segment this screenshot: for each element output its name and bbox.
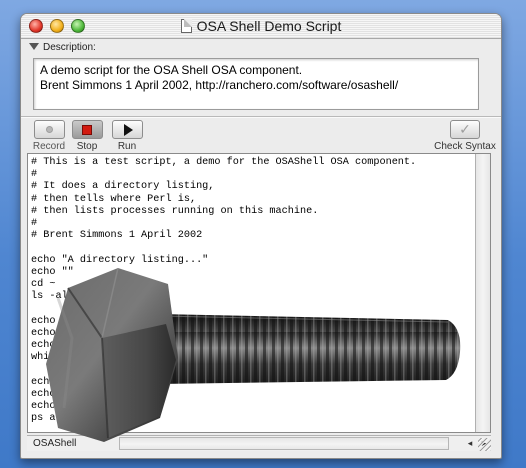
record-button-face[interactable]: [33, 120, 65, 139]
run-button[interactable]: Run: [110, 120, 144, 152]
stop-button[interactable]: Stop: [70, 120, 104, 152]
toolbar-divider: [21, 116, 501, 118]
stop-label: Stop: [76, 141, 98, 152]
description-label: Description:: [43, 42, 96, 53]
document-icon[interactable]: [180, 19, 192, 33]
bolt-image: [46, 268, 461, 442]
window-title-area: OSA Shell Demo Script: [21, 18, 501, 34]
window-title: OSA Shell Demo Script: [196, 18, 342, 34]
check-syntax-label: Check Syntax: [434, 141, 496, 152]
record-icon: [45, 126, 53, 133]
resize-grip[interactable]: [478, 438, 491, 451]
check-syntax-button-face[interactable]: ✓: [450, 120, 480, 139]
title-bar[interactable]: OSA Shell Demo Script: [21, 14, 501, 39]
vertical-scrollbar[interactable]: [475, 154, 490, 432]
record-label: Record: [32, 141, 66, 152]
record-button[interactable]: Record: [31, 120, 67, 152]
description-line-2: Brent Simmons 1 April 2002, http://ranch…: [40, 78, 399, 92]
check-syntax-button[interactable]: ✓ Check Syntax: [430, 120, 500, 152]
description-line-1: A demo script for the OSA Shell OSA comp…: [40, 63, 303, 77]
run-label: Run: [117, 141, 137, 152]
description-header[interactable]: Description:: [29, 42, 96, 53]
description-field[interactable]: A demo script for the OSA Shell OSA comp…: [33, 58, 479, 110]
disclosure-triangle-icon[interactable]: [29, 43, 39, 50]
stop-icon: [82, 124, 92, 135]
play-icon: [123, 123, 133, 136]
run-button-face[interactable]: [111, 120, 143, 139]
stop-button-face[interactable]: [71, 120, 103, 139]
checkmark-icon: ✓: [459, 121, 471, 138]
